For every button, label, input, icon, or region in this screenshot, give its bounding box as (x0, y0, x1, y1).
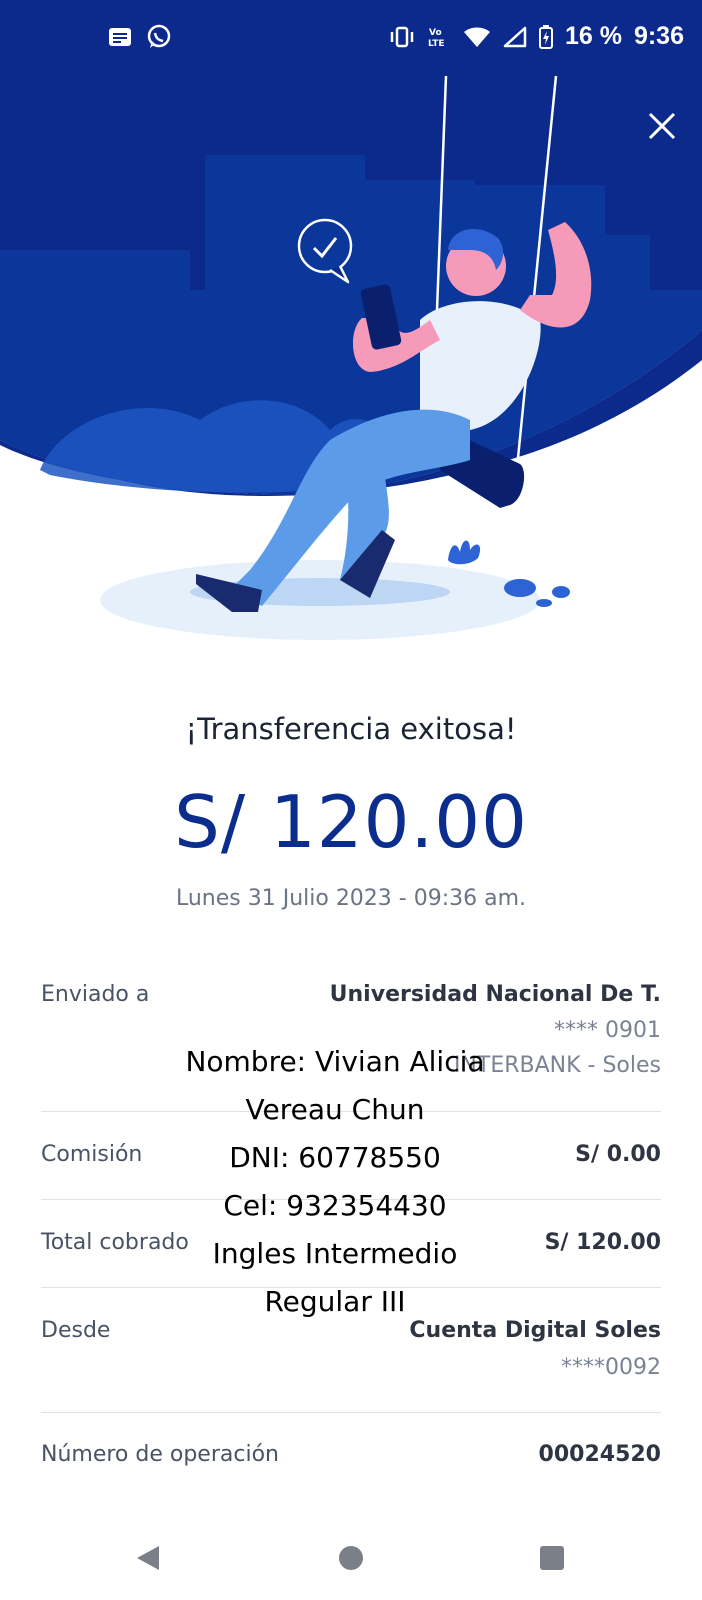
signal-icon (503, 26, 527, 48)
transfer-datetime: Lunes 31 Julio 2023 - 09:36 am. (175, 886, 527, 911)
clock: 9:36 (633, 22, 684, 50)
from-label: Desde (41, 1318, 111, 1343)
notification-icons (108, 24, 172, 50)
success-title: ¡Transferencia exitosa! (185, 712, 517, 746)
battery-percent: 16 % (564, 22, 622, 50)
from-account: ****0092 (561, 1355, 661, 1380)
total-label: Total cobrado (41, 1230, 189, 1255)
overlay-line: Regular III (264, 1285, 406, 1318)
svg-text:LTE: LTE (428, 39, 445, 49)
commission-value: S/ 0.00 (575, 1142, 661, 1167)
whatsapp-icon (146, 24, 172, 50)
hero-illustration (0, 0, 702, 660)
sent-to-label: Enviado a (41, 982, 150, 1007)
overlay-note: Nombre: Vivian Alicia Vereau Chun DNI: 6… (170, 1038, 500, 1326)
recents-button[interactable] (532, 1538, 572, 1578)
transfer-amount: S/ 120.00 (174, 780, 528, 864)
home-icon (339, 1546, 363, 1570)
system-status: Vo LTE 16 % 9:36 (389, 22, 684, 51)
back-button[interactable] (128, 1538, 168, 1578)
sent-to-value: Universidad Nacional De T. (329, 982, 661, 1007)
navigation-bar (0, 1520, 702, 1600)
home-button[interactable] (331, 1538, 371, 1578)
overlay-line: DNI: 60778550 (229, 1141, 441, 1174)
commission-label: Comisión (41, 1142, 143, 1167)
recents-icon (540, 1546, 564, 1570)
overlay-line: Ingles Intermedio (212, 1237, 458, 1270)
overlay-line: Cel: 932354430 (223, 1189, 447, 1222)
wifi-icon (463, 26, 491, 48)
volte-icon: Vo LTE (427, 25, 451, 49)
close-button[interactable] (644, 108, 680, 144)
back-icon (137, 1546, 159, 1570)
message-icon (108, 26, 132, 48)
overlay-line: Nombre: Vivian Alicia (185, 1045, 485, 1078)
overlay-line: Vereau Chun (245, 1093, 425, 1126)
operation-label: Número de operación (41, 1442, 279, 1467)
svg-text:Vo: Vo (429, 28, 442, 38)
divider (41, 1412, 661, 1413)
vibrate-icon (389, 26, 415, 48)
status-bar: Vo LTE 16 % 9:36 (0, 0, 702, 80)
close-icon (648, 112, 676, 140)
battery-icon (538, 24, 553, 49)
operation-value: 00024520 (538, 1442, 661, 1467)
total-value: S/ 120.00 (544, 1230, 661, 1255)
sent-to-account: **** 0901 (554, 1018, 661, 1043)
